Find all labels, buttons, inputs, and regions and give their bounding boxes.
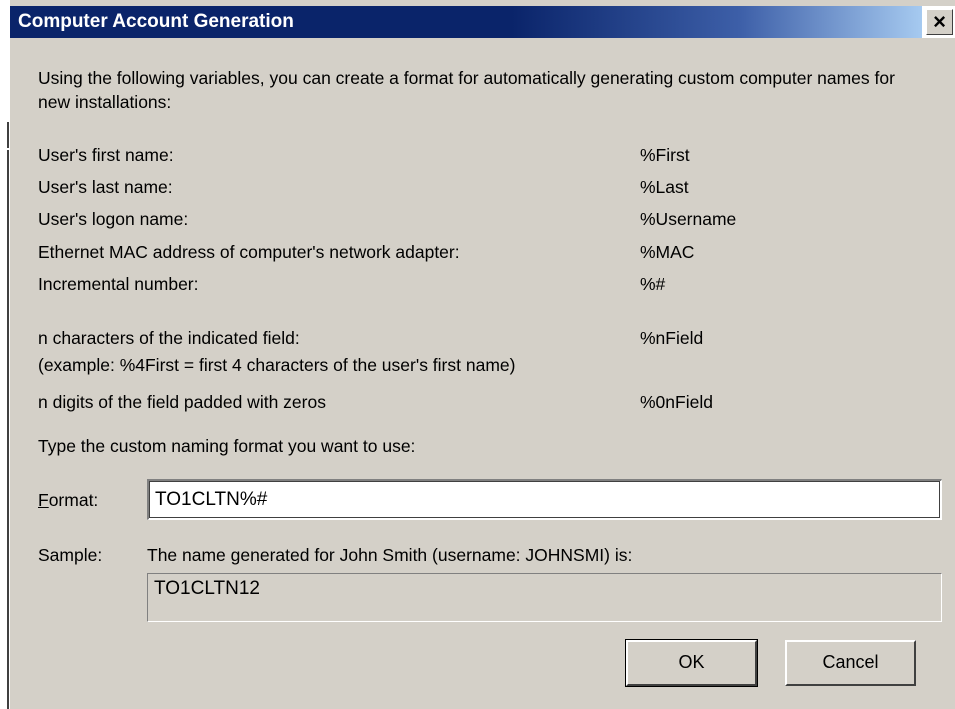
intro-text: Using the following variables, you can c… — [38, 68, 895, 112]
variable-label-mac-address: Ethernet MAC address of computer's netwo… — [38, 242, 460, 262]
variable-code-mac-address: %MAC — [640, 242, 695, 262]
computer-account-generation-dialog: Computer Account Generation × Using the … — [0, 0, 955, 709]
format-label: Format: — [38, 490, 99, 510]
close-icon: × — [933, 9, 946, 34]
window-title: Computer Account Generation — [18, 11, 294, 32]
variable-code-padded-digits: %0nField — [640, 392, 713, 412]
variable-label-incremental-number: Incremental number: — [38, 274, 199, 294]
variable-example-text: (example: %4First = first 4 characters o… — [38, 355, 516, 375]
sample-label: Sample: — [38, 545, 103, 565]
variable-code-n-characters: %nField — [640, 328, 704, 348]
variable-code-first-name: %First — [640, 145, 690, 165]
variable-label-padded-digits: n digits of the field padded with zeros — [38, 392, 326, 412]
variable-label-last-name: User's last name: — [38, 177, 173, 197]
close-button[interactable]: × — [926, 9, 953, 35]
close-area: × — [922, 6, 955, 38]
variable-label-logon-name: User's logon name: — [38, 209, 189, 229]
sample-description: The name generated for John Smith (usern… — [147, 545, 633, 565]
variable-label-first-name: User's first name: — [38, 145, 174, 165]
variable-code-logon-name: %Username — [640, 209, 737, 229]
format-input[interactable] — [147, 479, 942, 520]
format-prompt: Type the custom naming format you want t… — [38, 436, 416, 456]
variable-code-last-name: %Last — [640, 177, 689, 197]
variable-code-incremental-number: %# — [640, 274, 666, 294]
variable-label-n-characters: n characters of the indicated field: — [38, 328, 300, 348]
sample-output: TO1CLTN12 — [147, 573, 942, 622]
window-left-edge — [0, 0, 10, 709]
ok-button[interactable]: OK — [625, 639, 758, 687]
cancel-button[interactable]: Cancel — [785, 640, 916, 686]
title-bar: Computer Account Generation — [10, 6, 922, 38]
